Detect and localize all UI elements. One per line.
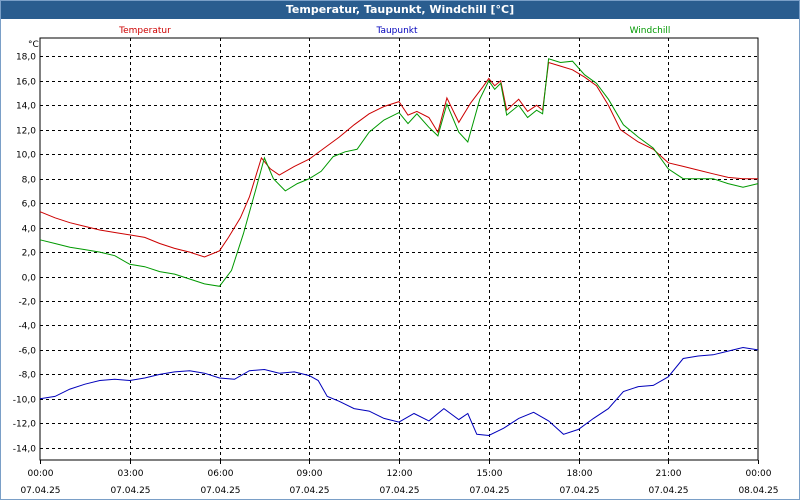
y-tick-label: -2,0 [18, 298, 36, 308]
legend-temperatur: Temperatur [118, 26, 171, 36]
x-tick-date-label: 07.04.25 [559, 486, 599, 496]
y-tick-label: -6,0 [18, 347, 36, 357]
y-tick-label: 4,0 [22, 225, 37, 235]
y-tick-label: -14,0 [13, 445, 37, 455]
x-tick-date-label: 07.04.25 [20, 486, 60, 496]
y-tick-label: 16,0 [16, 78, 36, 88]
x-tick-time-label: 15:00 [477, 469, 503, 479]
x-tick-date-label: 07.04.25 [110, 486, 150, 496]
x-tick-date-label: 07.04.25 [289, 486, 329, 496]
y-tick-label: 0,0 [22, 274, 37, 284]
y-tick-label: 2,0 [22, 249, 37, 259]
chart-area: 18,0 16,0 14,0 12,0 10,0 8,0 6,0 4,0 2,0 0,0 -2,0 -… [13, 26, 779, 496]
x-tick-time-label: 03:00 [118, 469, 144, 479]
y-tick-label: -12,0 [13, 420, 37, 430]
y-tick-label: 6,0 [22, 200, 37, 210]
x-tick-time-label: 00:00 [746, 469, 772, 479]
x-tick-time-label: 12:00 [387, 469, 413, 479]
y-tick-label: 14,0 [16, 102, 36, 112]
x-tick-date-label: 07.04.25 [469, 486, 509, 496]
x-tick-date-label: 07.04.25 [379, 486, 419, 496]
y-tick-label: 18,0 [16, 53, 36, 63]
y-axis-unit-label: °C [28, 40, 39, 50]
x-tick-time-label: 00:00 [28, 469, 54, 479]
x-tick-time-label: 09:00 [297, 469, 323, 479]
y-tick-label: 12,0 [16, 127, 36, 137]
y-tick-label: -4,0 [18, 322, 36, 332]
x-tick-date-label: 07.04.25 [200, 486, 240, 496]
x-tick-date-label: 08.04.25 [738, 486, 778, 496]
y-tick-label: 10,0 [16, 151, 36, 161]
x-tick-time-label: 06:00 [208, 469, 234, 479]
y-tick-label: -8,0 [18, 371, 36, 381]
x-tick-time-label: 21:00 [656, 469, 682, 479]
legend-windchill: Windchill [630, 26, 671, 36]
legend-taupunkt: Taupunkt [375, 26, 418, 36]
y-tick-label: 8,0 [22, 176, 37, 186]
x-tick-time-label: 18:00 [567, 469, 593, 479]
x-tick-date-label: 07.04.25 [648, 486, 688, 496]
y-tick-label: -10,0 [13, 396, 37, 406]
